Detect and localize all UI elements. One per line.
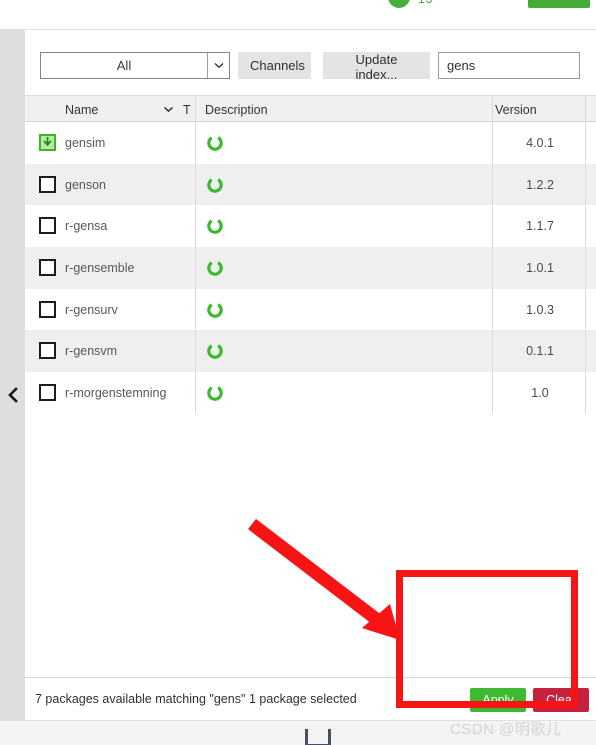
top-green-button[interactable]	[528, 0, 590, 8]
checkbox-unchecked[interactable]	[39, 217, 57, 235]
package-name: gensim	[65, 135, 106, 150]
chevron-left-icon	[7, 387, 18, 403]
top-cutoff-strip: 13	[0, 0, 596, 30]
checkbox-unchecked[interactable]	[39, 258, 57, 277]
search-field-wrapper	[438, 52, 596, 79]
package-manager-window: 13 All Channels Update i	[0, 0, 596, 745]
package-version: 1.0.3	[526, 302, 554, 317]
package-name: r-gensurv	[65, 302, 118, 317]
checkbox-unchecked[interactable]	[39, 175, 57, 194]
table-header: Name T Description Version	[25, 95, 596, 123]
package-version: 4.0.1	[526, 135, 554, 150]
table-row[interactable]: r-gensurv 1.0.3	[25, 288, 596, 331]
table-empty-area	[25, 414, 596, 702]
package-version: 1.2.2	[526, 177, 554, 192]
checkbox-unchecked[interactable]	[39, 383, 57, 402]
status-bar: 7 packages available matching "gens" 1 p…	[25, 677, 596, 720]
sidebar-collapse-button[interactable]	[0, 375, 25, 415]
channels-button[interactable]: Channels	[238, 52, 311, 79]
column-header-version[interactable]: Version	[495, 96, 537, 123]
left-rail	[0, 30, 25, 720]
loading-spinner-icon	[205, 300, 225, 320]
package-version: 0.1.1	[526, 344, 554, 359]
top-progress-text: 13	[418, 0, 433, 6]
table-row[interactable]: genson 1.2.2	[25, 163, 596, 206]
package-name: r-gensa	[65, 219, 108, 234]
table-row[interactable]: r-morgenstemning 1.0	[25, 372, 596, 414]
table-row[interactable]: gensim 4.0.1	[25, 122, 596, 164]
loading-spinner-icon	[205, 258, 225, 278]
column-header-type[interactable]: T	[183, 96, 191, 123]
checkbox-unchecked[interactable]	[39, 342, 57, 360]
column-header-description[interactable]: Description	[205, 96, 268, 123]
loading-spinner-icon	[205, 216, 225, 236]
loading-spinner-icon	[205, 341, 225, 361]
package-name: genson	[65, 177, 107, 192]
package-table-body: gensim 4.0.1 genson 1.2.2 r-gensa 1.1.7 r-gens…	[25, 122, 596, 414]
loading-spinner-icon	[205, 175, 225, 195]
package-version: 1.1.7	[526, 219, 554, 234]
package-name: r-gensemble	[65, 260, 135, 275]
search-input[interactable]	[439, 58, 596, 73]
table-row[interactable]: r-gensa 1.1.7	[25, 205, 596, 248]
apply-button[interactable]: Apply	[470, 688, 526, 712]
taskbar-icon	[305, 729, 331, 745]
package-name: r-morgenstemning	[65, 385, 167, 400]
table-row[interactable]: r-gensemble 1.0.1	[25, 247, 596, 289]
package-filter-dropdown[interactable]: All	[40, 52, 230, 79]
loading-spinner-icon	[205, 133, 225, 153]
checkbox-unchecked[interactable]	[39, 300, 57, 319]
column-header-name[interactable]: Name	[65, 96, 98, 123]
update-index-button[interactable]: Update index...	[323, 52, 430, 82]
os-taskbar-strip	[0, 720, 596, 745]
package-version: 1.0	[531, 385, 549, 400]
green-circle-icon	[388, 0, 410, 8]
package-filter-value: All	[116, 58, 132, 73]
loading-spinner-icon	[205, 383, 225, 403]
checkbox-install-icon[interactable]	[39, 133, 57, 152]
chevron-down-icon	[207, 53, 229, 78]
packages-selected-text: 1 package selected	[249, 692, 357, 706]
packages-available-text: 7 packages available matching "gens"	[35, 692, 246, 706]
chevron-down-icon[interactable]	[163, 96, 174, 123]
main-panel: All Channels Update index... N	[25, 30, 596, 720]
package-name: r-gensvm	[65, 344, 118, 359]
table-row[interactable]: r-gensvm 0.1.1	[25, 330, 596, 373]
package-version: 1.0.1	[526, 260, 554, 275]
clear-button[interactable]: Clear	[533, 688, 589, 712]
toolbar: All Channels Update index...	[25, 30, 596, 95]
